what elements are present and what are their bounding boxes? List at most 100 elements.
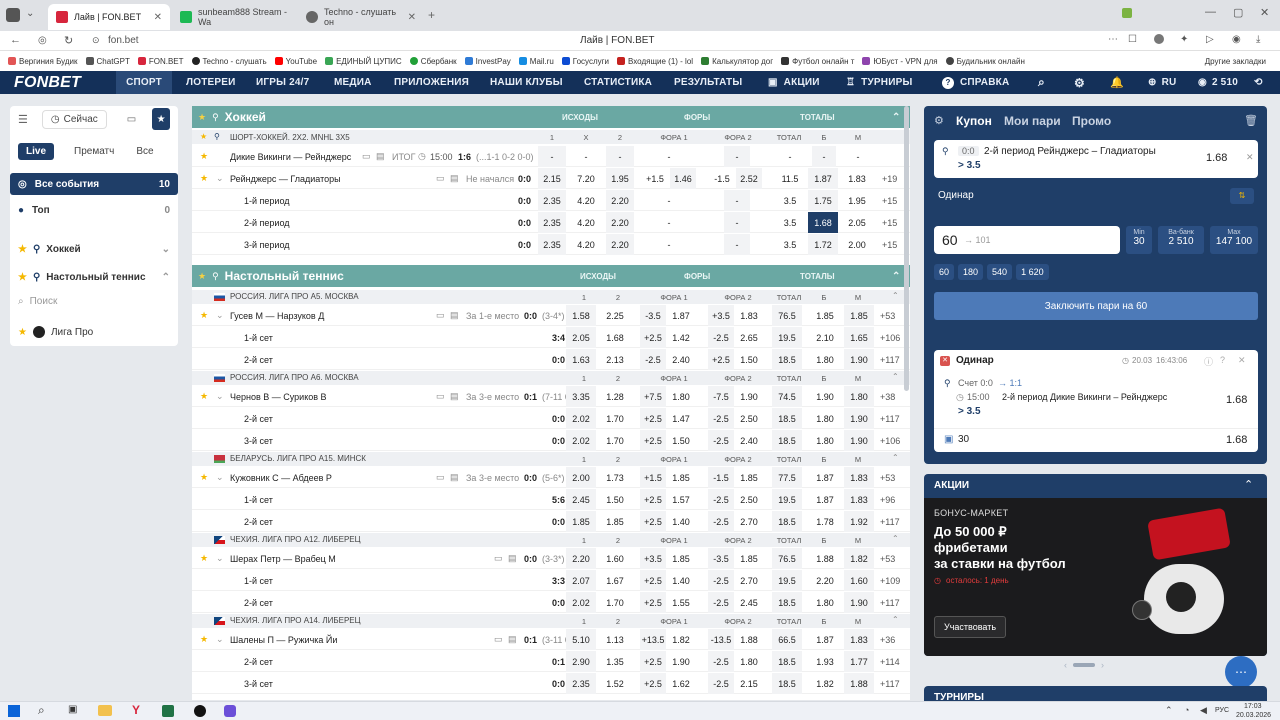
odds-cell[interactable]: -7.5	[708, 386, 734, 407]
all-in-button[interactable]: Ва-банк 2 510	[1158, 226, 1204, 254]
star-icon[interactable]: ★	[18, 272, 27, 283]
promo-banner[interactable]: БОНУС-МАРКЕТ До 50 000 ₽ фрибетами за ст…	[924, 498, 1267, 656]
odds-cell[interactable]: 1.83	[844, 489, 874, 510]
address-bar[interactable]: fon.bet	[108, 35, 139, 46]
table-row[interactable]: ★ ⌄ Шалены П — Ружичка Йи ▭ ▤ 0:1 (3-11 0-1*) 5…	[192, 629, 910, 650]
odds-cell[interactable]: -2.5	[640, 349, 666, 370]
odds-cell[interactable]: 1.52	[600, 673, 630, 694]
media-icon[interactable]: ▷	[1206, 34, 1214, 45]
stats-icon[interactable]: ▤	[450, 305, 459, 326]
favorites-star-icon[interactable]: ★	[152, 108, 170, 130]
odds-cell[interactable]: 2.10	[810, 327, 840, 348]
more-markets[interactable]: +36	[880, 629, 895, 650]
odds-cell[interactable]: 1.78	[810, 511, 840, 532]
odds-cell[interactable]: 2.20	[606, 212, 634, 233]
shield-icon[interactable]	[1154, 34, 1164, 44]
odds-cell[interactable]: 1.60	[844, 570, 874, 591]
odds-cell[interactable]: 74.5	[772, 386, 802, 407]
bookmark-item[interactable]: InvestPay	[464, 57, 511, 66]
odds-cell[interactable]: 1.90	[844, 592, 874, 613]
profile-icon[interactable]: ◉	[1232, 34, 1241, 45]
trash-icon[interactable]: 🗑	[1244, 114, 1258, 127]
odds-cell[interactable]: 1.83	[736, 305, 762, 326]
now-button[interactable]: ◷ Сейчас	[41, 109, 107, 129]
odds-cell[interactable]: 2.35	[538, 212, 566, 233]
minimize-icon[interactable]: —	[1205, 6, 1216, 18]
odds-cell[interactable]: 1.68	[600, 327, 630, 348]
stake-input[interactable]: 60 → 101	[934, 226, 1120, 254]
collapse-icon[interactable]: ⌃	[892, 534, 899, 543]
star-icon[interactable]: ★	[200, 132, 207, 141]
odds-cell[interactable]: 1.93	[810, 651, 840, 672]
odds-cell[interactable]: +2.5	[640, 511, 666, 532]
odds-cell[interactable]: 1.62	[668, 673, 694, 694]
odds-cell[interactable]: 2.35	[538, 234, 566, 255]
odds-cell[interactable]: -	[724, 212, 750, 233]
bookmark-item[interactable]: Футбол онлайн т	[781, 57, 854, 66]
odds-cell[interactable]: +3.5	[640, 548, 666, 569]
odds-cell[interactable]: 77.5	[772, 467, 802, 488]
more-markets[interactable]: +106	[880, 430, 900, 451]
odds-cell[interactable]: 1.85	[600, 511, 630, 532]
bookmark-item[interactable]: Госуслуги	[561, 57, 609, 66]
bookmark-item[interactable]: ЕДИНЫЙ ЦУПИС	[325, 57, 402, 66]
more-markets[interactable]: +53	[880, 467, 895, 488]
odds-cell[interactable]: -1.5	[708, 467, 734, 488]
close-tab-icon[interactable]: ✕	[154, 12, 162, 23]
table-row[interactable]: 2-й сет 0:0 2.02 1.70 +2.5 1.55 -2.5 2.45 18.5 1.…	[192, 592, 910, 613]
protect-icon[interactable]: ◎	[38, 35, 47, 46]
sidebar-item-table-tennis[interactable]: ★ ⚲ Настольный теннис ⌃	[10, 266, 178, 288]
reload-icon[interactable]: ↻	[64, 34, 73, 47]
table-row[interactable]: ★ ⌄ Рейнджерс — Гладиаторы ▭ ▤ Не начался 0:0 2…	[192, 168, 910, 189]
extension-icon[interactable]	[1122, 8, 1132, 18]
odds-cell[interactable]: +2.5	[640, 570, 666, 591]
odds-cell[interactable]: 76.5	[772, 548, 802, 569]
odds-cell[interactable]: +2.5	[640, 408, 666, 429]
filter-live[interactable]: Live	[18, 142, 55, 160]
odds-cell[interactable]: 1.85	[736, 548, 762, 569]
chat-icon[interactable]: ⋯	[1225, 656, 1257, 688]
odds-cell[interactable]: -1.5	[710, 168, 734, 189]
odds-cell[interactable]: +1.5	[642, 168, 668, 189]
odds-cell[interactable]: 1.80	[736, 651, 762, 672]
more-markets[interactable]: +109	[880, 570, 900, 591]
notifications-bell-icon[interactable]: 🔔	[1110, 71, 1124, 94]
odds-cell[interactable]: 7.20	[572, 168, 600, 189]
odds-cell[interactable]: -	[724, 190, 750, 211]
more-markets[interactable]: +117	[880, 511, 900, 532]
odds-cell[interactable]: 1.85	[844, 305, 874, 326]
odds-cell[interactable]: 1.35	[600, 651, 630, 672]
odds-cell[interactable]: 1.50	[736, 349, 762, 370]
odds-cell[interactable]: 2.40	[668, 349, 694, 370]
odds-cell[interactable]: 1.80	[810, 408, 840, 429]
bookmark-item[interactable]: Будильник онлайн	[945, 57, 1025, 66]
bookmark-item[interactable]: Калькулятор дог	[701, 57, 773, 66]
odds-cell[interactable]: 1.85	[668, 548, 694, 569]
odds-cell[interactable]: 2.05	[566, 327, 596, 348]
odds-cell[interactable]: 1.80	[810, 349, 840, 370]
more-markets[interactable]: +53	[880, 548, 895, 569]
collapse-icon[interactable]: ⌃	[1244, 478, 1253, 491]
more-markets[interactable]: +96	[880, 489, 895, 510]
account-menu-icon[interactable]: ⟲	[1254, 71, 1263, 94]
collapse-icon[interactable]: ⌃	[892, 112, 900, 123]
odds-cell[interactable]: 1.40	[668, 570, 694, 591]
odds-cell[interactable]: +2.5	[708, 349, 734, 370]
sidebar-item-all-events[interactable]: ◎ Все события 10	[10, 173, 178, 195]
volume-icon[interactable]: ◀	[1200, 705, 1207, 716]
odds-cell[interactable]: -	[846, 146, 870, 167]
odds-cell[interactable]: 1.46	[670, 168, 696, 189]
odds-cell[interactable]: +2.5	[640, 651, 666, 672]
odds-cell[interactable]: -13.5	[708, 629, 734, 650]
nav-promos[interactable]: ▣ АКЦИИ	[768, 71, 820, 94]
table-row[interactable]: ★ ⌄ Гусев М — Нарзуков Д ▭ ▤ За 1-е место 0:0 (…	[192, 305, 910, 326]
yandex-browser-icon[interactable]: Y	[132, 703, 140, 717]
odds-cell[interactable]: 2.52	[736, 168, 762, 189]
filter-all[interactable]: Все	[136, 146, 153, 157]
stats-icon[interactable]: ▤	[376, 146, 385, 167]
chevron-down-icon[interactable]: ⌄	[216, 467, 224, 488]
chevron-left-icon[interactable]: ‹	[1064, 660, 1067, 670]
table-row[interactable]: 2-й сет 0:0 1.85 1.85 +2.5 1.40 -2.5 2.70 18.5 1.…	[192, 511, 910, 532]
stats-icon[interactable]: ▤	[508, 548, 517, 569]
odds-cell[interactable]: 18.5	[772, 430, 802, 451]
